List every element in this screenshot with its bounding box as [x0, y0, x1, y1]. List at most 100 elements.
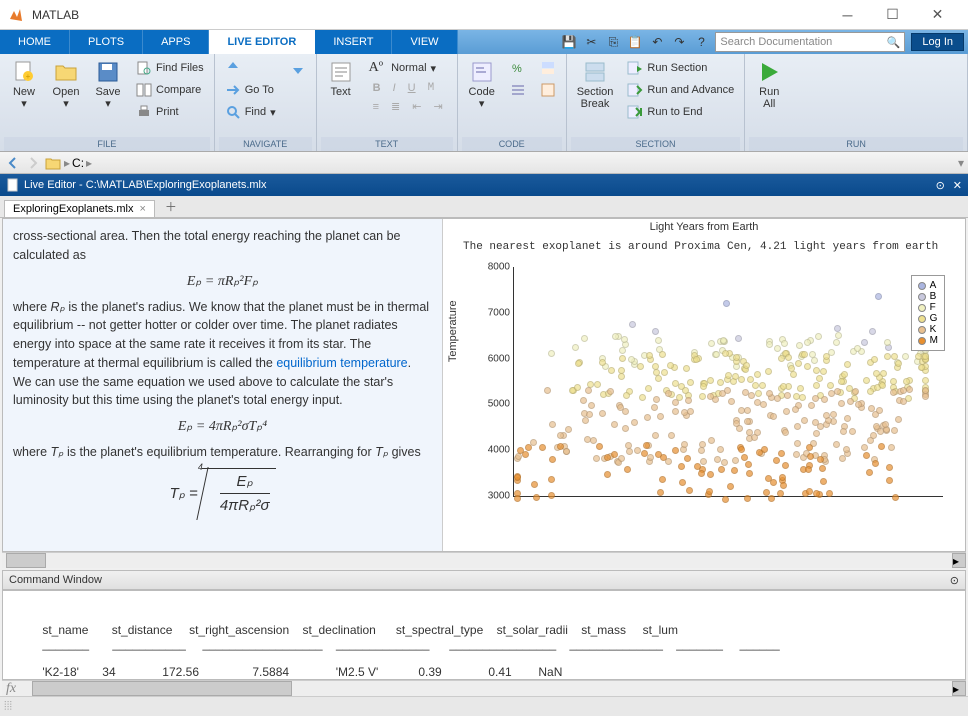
- find-button[interactable]: Find ▾: [221, 102, 280, 122]
- svg-text:%: %: [512, 63, 522, 75]
- style-dropdown[interactable]: AºNormal ▾: [365, 58, 451, 78]
- command-window-menu-button[interactable]: ⊙: [950, 574, 959, 587]
- tab-plots[interactable]: PLOTS: [70, 30, 143, 54]
- tab-live-editor[interactable]: LIVE EDITOR: [209, 30, 315, 54]
- link-equilibrium-temperature[interactable]: equilibrium temperature: [276, 356, 407, 370]
- tab-home[interactable]: HOME: [0, 30, 70, 54]
- copy-icon[interactable]: ⎘: [605, 34, 621, 50]
- equation-1: Eₚ = πRₚ²Fₚ: [13, 271, 432, 292]
- print-button[interactable]: Print: [132, 102, 208, 122]
- editor-path: Live Editor - C:\MATLAB\ExploringExoplan…: [24, 179, 936, 191]
- nav-up-button[interactable]: [221, 58, 280, 78]
- group-label-code: CODE: [462, 137, 562, 151]
- live-script-text[interactable]: cross-sectional area. Then the total ene…: [3, 219, 443, 551]
- matlab-logo-icon: [8, 7, 24, 23]
- document-area: cross-sectional area. Then the total ene…: [2, 218, 966, 552]
- save-button[interactable]: Save▾: [88, 56, 128, 114]
- nav-fwd-button[interactable]: [24, 154, 42, 172]
- run-all-button[interactable]: Run All: [749, 56, 789, 114]
- close-button[interactable]: ✕: [915, 5, 960, 25]
- svg-text:+: +: [26, 72, 31, 81]
- run-advance-icon: [627, 82, 643, 98]
- new-file-icon: +: [12, 60, 36, 84]
- run-section-icon: [627, 60, 643, 76]
- plot-caption: The nearest exoplanet is around Proxima …: [463, 241, 965, 253]
- nav-down-button[interactable]: [286, 58, 310, 78]
- cmd-scrollbar-h[interactable]: ▸: [2, 680, 966, 696]
- editor-close-button[interactable]: ✕: [953, 179, 962, 192]
- group-label-file: FILE: [4, 137, 210, 151]
- find-files-button[interactable]: Find Files: [132, 58, 208, 78]
- run-end-icon: [627, 104, 643, 120]
- address-bar: ▸ C: ▸ ▾: [0, 152, 968, 174]
- code-opt1-button[interactable]: [536, 58, 560, 78]
- nav-back-button[interactable]: [4, 154, 22, 172]
- command-window[interactable]: fx st_name st_distance st_right_ascensio…: [2, 590, 966, 680]
- goto-icon: [225, 82, 241, 98]
- run-advance-button[interactable]: Run and Advance: [623, 80, 738, 100]
- minimize-button[interactable]: ─: [825, 5, 870, 25]
- compare-button[interactable]: Compare: [132, 80, 208, 100]
- outdent-icon[interactable]: ⇤: [408, 100, 425, 113]
- path-segment[interactable]: C:: [72, 156, 84, 170]
- ribbon-group-run: Run All RUN: [745, 54, 968, 151]
- find-icon: [225, 104, 241, 120]
- indent-icon[interactable]: ⇥: [429, 100, 446, 113]
- code-opt1-icon: [540, 60, 556, 76]
- equation-3: Tₚ = 4 Eₚ 4πRₚ²σ: [13, 468, 432, 520]
- save-icon[interactable]: 💾: [561, 34, 577, 50]
- tab-insert[interactable]: INSERT: [315, 30, 392, 54]
- group-label-text: TEXT: [321, 137, 453, 151]
- redo-icon[interactable]: ↷: [671, 34, 687, 50]
- mono-button[interactable]: M: [424, 82, 439, 94]
- ribbon-group-text: Text AºNormal ▾ B I U M ≡ ≣ ⇤ ⇥ TEXT: [317, 54, 458, 151]
- group-label-navigate: NAVIGATE: [219, 137, 312, 151]
- undo-icon[interactable]: ↶: [649, 34, 665, 50]
- code-opt2-button[interactable]: [536, 80, 560, 100]
- code-indent-button[interactable]: [506, 80, 530, 100]
- login-button[interactable]: Log In: [911, 33, 964, 51]
- new-button[interactable]: + New▾: [4, 56, 44, 114]
- add-file-tab-button[interactable]: ＋: [159, 196, 183, 217]
- plot-title-top: Light Years from Earth: [443, 221, 965, 233]
- open-folder-icon: [54, 60, 78, 84]
- run-section-button[interactable]: Run Section: [623, 58, 738, 78]
- code-opt2-icon: [540, 82, 556, 98]
- cut-icon[interactable]: ✂: [583, 34, 599, 50]
- path-dropdown-button[interactable]: ▾: [958, 156, 964, 170]
- code-icon: [470, 60, 494, 84]
- list-ol-icon[interactable]: ≡: [369, 101, 383, 113]
- text-button[interactable]: Text: [321, 56, 361, 102]
- plot-ylabel: Temperature: [447, 300, 459, 362]
- code-percent-button[interactable]: %: [506, 58, 530, 78]
- open-button[interactable]: Open▾: [46, 56, 86, 114]
- file-tab-active[interactable]: ExploringExoplanets.mlx ×: [4, 200, 155, 217]
- help-icon[interactable]: ?: [693, 34, 709, 50]
- section-break-button[interactable]: Section Break: [571, 56, 620, 114]
- print-icon: [136, 104, 152, 120]
- file-tab-close-icon[interactable]: ×: [139, 203, 145, 215]
- status-bar: ⦙⦙⦙: [0, 696, 968, 716]
- maximize-button[interactable]: ☐: [870, 5, 915, 25]
- group-label-section: SECTION: [571, 137, 741, 151]
- goto-button[interactable]: Go To: [221, 80, 280, 100]
- editor-popup-button[interactable]: ⊙: [936, 179, 945, 192]
- list-row: ≡ ≣ ⇤ ⇥: [365, 98, 451, 115]
- folder-icon[interactable]: [44, 154, 62, 172]
- find-files-icon: [136, 60, 152, 76]
- doc-scrollbar-h[interactable]: ▸: [2, 552, 966, 568]
- scatter-plot[interactable]: Temperature 8000 7000 6000 5000 4000 300…: [473, 257, 953, 517]
- tab-view[interactable]: VIEW: [392, 30, 457, 54]
- italic-button[interactable]: I: [389, 82, 400, 94]
- underline-button[interactable]: U: [404, 82, 420, 94]
- indent-code-icon: [510, 82, 526, 98]
- quick-access: 💾 ✂ ⎘ 📋 ↶ ↷ ? Search Documentation🔍 Log …: [458, 30, 968, 54]
- run-end-button[interactable]: Run to End: [623, 102, 738, 122]
- code-button[interactable]: Code▾: [462, 56, 502, 114]
- ribbon-group-file: + New▾ Open▾ Save▾ Find Files Compare Pr…: [0, 54, 215, 151]
- tab-apps[interactable]: APPS: [143, 30, 209, 54]
- paste-icon[interactable]: 📋: [627, 34, 643, 50]
- bold-button[interactable]: B: [369, 82, 385, 94]
- search-input[interactable]: Search Documentation🔍: [715, 32, 905, 52]
- list-ul-icon[interactable]: ≣: [387, 100, 404, 113]
